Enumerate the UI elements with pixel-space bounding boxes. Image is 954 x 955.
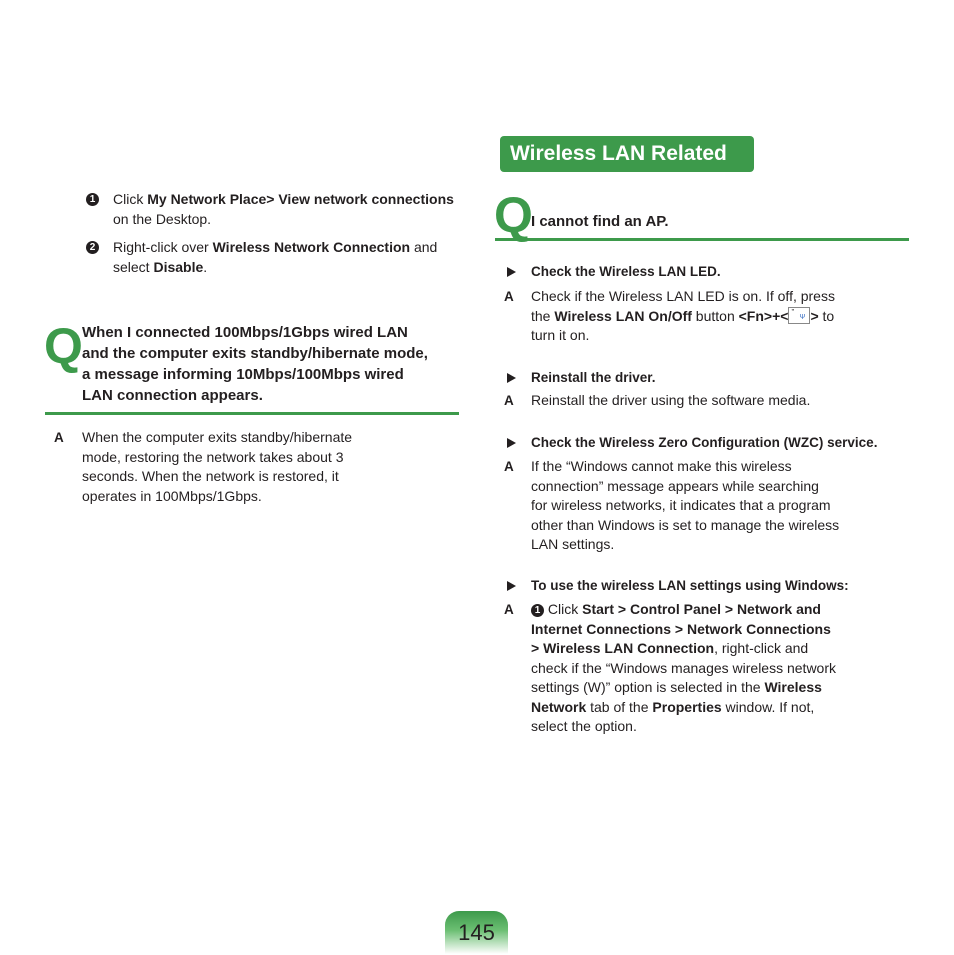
question-line: LAN connection appears. bbox=[82, 387, 263, 404]
answer-line: connection” message appears while search… bbox=[531, 477, 911, 497]
question-line: and the computer exits standby/hibernate… bbox=[82, 345, 428, 362]
text-run: window. If not, bbox=[721, 698, 815, 715]
bold-text: Wireless LAN On/Off bbox=[554, 307, 692, 324]
item-heading-led: Check the Wireless LAN LED. bbox=[531, 264, 721, 279]
answer-line: When the computer exits standby/hibernat… bbox=[82, 429, 353, 445]
question-q-mark-ap: Q bbox=[494, 187, 533, 243]
answer-line: Reinstall the driver using the software … bbox=[531, 391, 911, 411]
answer-text-wzc: If the “Windows cannot make this wireles… bbox=[531, 457, 911, 555]
answer-line: check if the “Windows manages wireless n… bbox=[531, 659, 911, 679]
bold-text: My Network Place> View network connectio… bbox=[147, 191, 454, 207]
text-run: settings (W)” option is selected in the bbox=[531, 679, 765, 695]
answer-line: Check if the Wireless LAN LED is on. If … bbox=[531, 287, 911, 307]
step-number-1: 1 bbox=[86, 193, 99, 206]
step-number-1: 1 bbox=[531, 604, 544, 617]
answer-line: mode, restoring the network takes about … bbox=[82, 448, 344, 465]
answer-line: select the option. bbox=[531, 717, 911, 737]
triangle-bullet-icon bbox=[507, 581, 516, 591]
bold-text: Wireless bbox=[764, 679, 822, 695]
text-run: check if the “Windows manages wireless n… bbox=[531, 659, 837, 676]
bold-text: Start > Control Panel > Network and bbox=[582, 601, 821, 617]
bold-text: Internet Connections > Network Connectio… bbox=[531, 620, 831, 637]
answer-line: Internet Connections > Network Connectio… bbox=[531, 620, 911, 640]
step-2: 2 Right-click over Wireless Network Conn… bbox=[86, 238, 456, 277]
answer-label: A bbox=[504, 459, 514, 474]
text-run: select the option. bbox=[531, 718, 637, 734]
section-title-wireless-lan: Wireless LAN Related bbox=[500, 136, 754, 172]
text-run: connection” message appears while search… bbox=[531, 477, 819, 494]
bold-text: Properties bbox=[652, 698, 722, 715]
answer-line: 1 Click Start > Control Panel > Network … bbox=[531, 600, 911, 620]
answer-line: for wireless networks, it indicates that… bbox=[531, 496, 911, 516]
triangle-bullet-icon bbox=[507, 267, 516, 277]
text-run: Click bbox=[113, 191, 148, 207]
wireless-key-icon: ” Ψ bbox=[788, 306, 811, 324]
answer-line: turn it on. bbox=[531, 326, 911, 346]
answer-label: A bbox=[504, 393, 514, 408]
item-heading-wzc: Check the Wireless Zero Configuration (W… bbox=[531, 435, 878, 450]
text-run: button bbox=[691, 307, 739, 324]
question-line: a message informing 10Mbps/100Mbps wired bbox=[82, 366, 404, 383]
text-run: Click bbox=[544, 601, 583, 617]
question-divider-ap bbox=[495, 238, 909, 241]
answer-line: If the “Windows cannot make this wireles… bbox=[531, 457, 911, 477]
text-run: on the Desktop. bbox=[113, 210, 212, 227]
text-run: Right-click over bbox=[113, 239, 213, 255]
bold-text: <Fn>+< bbox=[738, 307, 789, 324]
answer-line: seconds. When the network is restored, i… bbox=[82, 468, 339, 484]
text-run: for wireless networks, it indicates that… bbox=[531, 497, 831, 513]
step-2-text: Right-click over Wireless Network Connec… bbox=[113, 238, 456, 277]
bold-text: Disable bbox=[153, 258, 204, 275]
text-run: to bbox=[818, 307, 835, 324]
step-number-2: 2 bbox=[86, 241, 99, 254]
page-number: 145 bbox=[445, 911, 508, 954]
answer-line: > Wireless LAN Connection, right-click a… bbox=[531, 639, 911, 659]
answer-text-led: Check if the Wireless LAN LED is on. If … bbox=[531, 287, 911, 346]
text-run: other than Windows is set to manage the … bbox=[531, 516, 840, 533]
text-run: Reinstall the driver using the software … bbox=[531, 392, 811, 408]
bold-text: > Wireless LAN Connection bbox=[531, 640, 715, 656]
text-run: turn it on. bbox=[531, 327, 590, 343]
bold-text: > bbox=[810, 307, 819, 324]
answer-line: the Wireless LAN On/Off button <Fn>+<” Ψ >… bbox=[531, 306, 911, 327]
answer-line: LAN settings. bbox=[531, 535, 911, 555]
question-line: When I connected 100Mbps/1Gbps wired LAN bbox=[82, 324, 408, 341]
question-text-wired-lan: When I connected 100Mbps/1Gbps wired LAN… bbox=[82, 322, 462, 406]
step-1-text: Click My Network Place> View network con… bbox=[113, 190, 456, 229]
question-text-ap: I cannot find an AP. bbox=[531, 213, 669, 230]
answer-line: other than Windows is set to manage the … bbox=[531, 516, 911, 536]
answer-text-windows-settings: 1 Click Start > Control Panel > Network … bbox=[531, 600, 911, 737]
answer-text-wired-lan: When the computer exits standby/hibernat… bbox=[82, 428, 462, 506]
answer-line: operates in 100Mbps/1Gbps. bbox=[82, 487, 262, 504]
text-run: LAN settings. bbox=[531, 536, 615, 552]
triangle-bullet-icon bbox=[507, 438, 516, 448]
item-heading-windows-settings: To use the wireless LAN settings using W… bbox=[531, 578, 849, 593]
question-q-mark: Q bbox=[44, 318, 83, 374]
text-run: . bbox=[203, 258, 208, 275]
answer-line-text: Click Start > Control Panel > Network an… bbox=[544, 601, 821, 617]
text-run: , right-click and bbox=[714, 640, 809, 656]
text-run: Check if the Wireless LAN LED is on. If … bbox=[531, 288, 835, 304]
answer-label: A bbox=[504, 602, 514, 617]
text-run: If the “Windows cannot make this wireles… bbox=[531, 458, 792, 474]
step-1: 1 Click My Network Place> View network c… bbox=[86, 190, 456, 229]
bold-text: Network bbox=[531, 698, 587, 715]
triangle-bullet-icon bbox=[507, 373, 516, 383]
answer-line: settings (W)” option is selected in the … bbox=[531, 678, 911, 698]
item-heading-driver: Reinstall the driver. bbox=[531, 370, 656, 385]
answer-label: A bbox=[54, 430, 64, 445]
question-divider bbox=[45, 412, 459, 415]
text-run: the bbox=[531, 307, 555, 324]
bold-text: Wireless Network Connection bbox=[212, 239, 411, 255]
answer-text-driver: Reinstall the driver using the software … bbox=[531, 391, 911, 411]
text-run: tab of the bbox=[586, 698, 653, 715]
answer-line: Network tab of the Properties window. If… bbox=[531, 698, 911, 718]
answer-label: A bbox=[504, 289, 514, 304]
